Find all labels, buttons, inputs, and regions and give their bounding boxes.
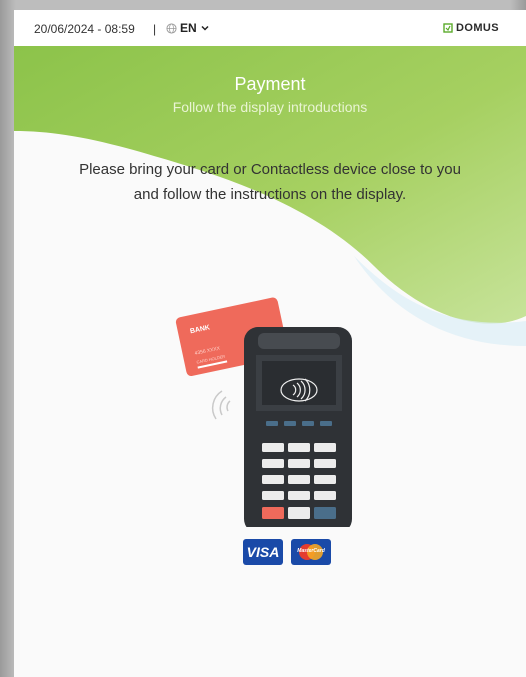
- domus-logo-icon: [443, 23, 453, 33]
- kiosk-screen: 20/06/2024 - 08:59 | EN DOMUS Payment Fo…: [14, 10, 526, 677]
- instruction-line-1: Please bring your card or Contactless de…: [79, 161, 461, 178]
- language-selector[interactable]: EN: [166, 21, 210, 35]
- mastercard-label: MasterCard: [297, 548, 325, 554]
- globe-icon: [166, 22, 177, 34]
- payment-terminal-illustration: BANK 4356 XXXX CARD HOLDER: [175, 297, 352, 527]
- language-code: EN: [180, 21, 197, 35]
- mastercard-logo: MasterCard: [291, 539, 331, 565]
- page-subtitle: Follow the display introductions: [172, 99, 368, 115]
- payment-method-logos: VISA MasterCard: [243, 539, 331, 565]
- instruction-text: Please bring your card or Contactless de…: [60, 157, 480, 207]
- page-title: Payment: [234, 74, 306, 94]
- visa-logo: VISA: [243, 539, 283, 565]
- chevron-down-icon: [201, 25, 209, 31]
- contactless-waves-icon: [211, 390, 231, 420]
- brand-logo: DOMUS: [443, 22, 499, 34]
- top-bar: 20/06/2024 - 08:59 | EN DOMUS: [14, 10, 526, 46]
- datetime: 20/06/2024 - 08:59: [34, 22, 135, 36]
- separator: |: [153, 22, 157, 36]
- instruction-line-2: and follow the instructions on the displ…: [133, 186, 407, 203]
- brand-name: DOMUS: [456, 22, 499, 34]
